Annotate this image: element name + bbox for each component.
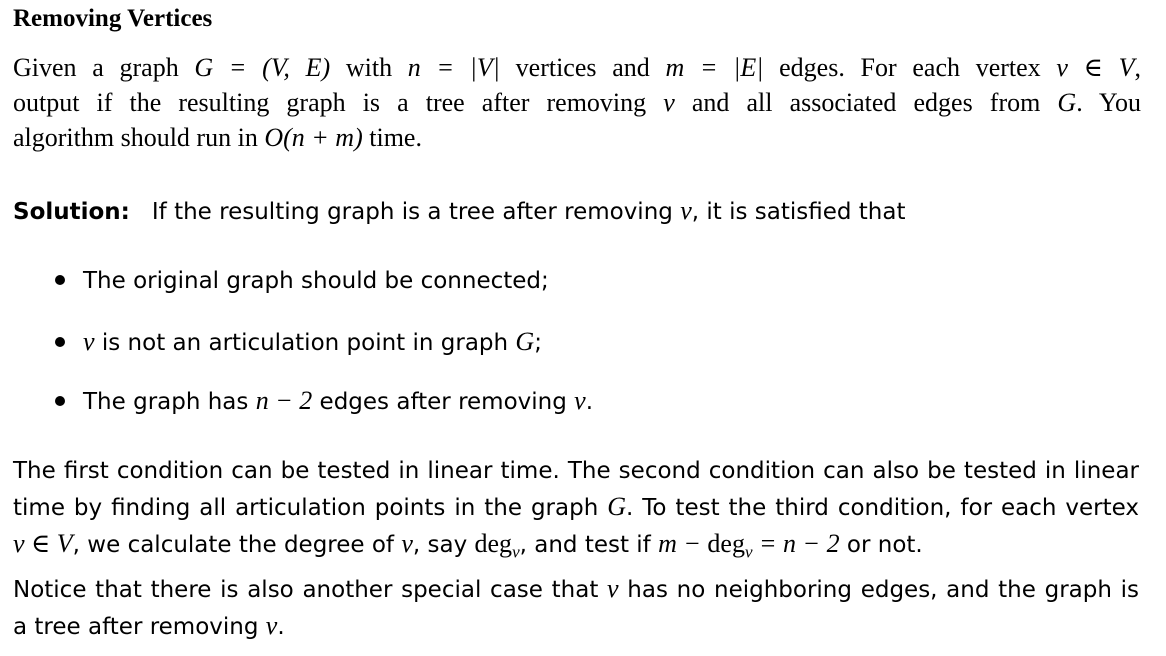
paragraph-text: , and test if xyxy=(519,532,659,558)
paragraph-text: a tree after removing xyxy=(13,614,266,640)
math-G: G xyxy=(1057,88,1077,117)
math-subscript-v: v xyxy=(512,542,520,562)
problem-text: edges. For each vertex xyxy=(763,53,1057,82)
paragraph-text: , we calculate the degree of xyxy=(72,532,402,558)
problem-line-3: algorithm should run in O(n + m) time. xyxy=(13,120,1141,155)
math-G: G xyxy=(515,327,535,356)
math-graph-def: G = (V, E) xyxy=(194,53,331,82)
math-edge-count: n − 2 xyxy=(255,386,313,415)
solution-text: If the resulting graph is a tree after r… xyxy=(151,199,681,225)
math-deg: deg xyxy=(707,529,745,558)
problem-text: vertices and xyxy=(499,53,666,82)
paragraph-text: , say xyxy=(412,532,475,558)
math-v: v xyxy=(680,196,692,225)
math-v: v xyxy=(265,611,278,640)
problem-text: algorithm should run in xyxy=(13,123,265,152)
math-G: G xyxy=(607,492,626,521)
solution-intro: Solution: If the resulting graph is a tre… xyxy=(13,196,905,226)
paragraph-text: . To test the third condition, for each … xyxy=(626,495,1139,521)
paragraph-line: time by finding all articulation points … xyxy=(13,489,1139,526)
bullet-icon xyxy=(55,336,65,347)
bullet-icon xyxy=(55,395,65,406)
list-item-text: The original graph should be connected; xyxy=(83,268,549,294)
list-item-text: ; xyxy=(534,330,542,356)
math-equation-part: m − xyxy=(658,529,708,558)
math-complexity: O(n + m) xyxy=(264,123,363,152)
math-v: v xyxy=(401,529,413,558)
list-item-text: . xyxy=(585,389,594,415)
list-item-text: edges after removing xyxy=(312,389,575,415)
math-v: v xyxy=(607,574,619,603)
math-v: v xyxy=(574,386,586,415)
math-equation-part: = n − 2 xyxy=(752,529,840,558)
paragraph-line: The first condition can be tested in lin… xyxy=(13,458,1139,484)
special-case-paragraph: Notice that there is also another specia… xyxy=(13,571,1139,645)
paragraph-text: . xyxy=(277,614,285,640)
solution-text: , it is satisfied that xyxy=(691,199,906,225)
explanation-paragraph: The first condition can be tested in lin… xyxy=(13,454,1139,570)
solution-label: Solution: xyxy=(13,199,130,225)
math-v: v xyxy=(83,327,95,356)
problem-text: output if the resulting graph is a tree … xyxy=(13,88,664,117)
list-item: The graph has n − 2 edges after removing… xyxy=(55,386,593,416)
section-title: Removing Vertices xyxy=(13,5,213,32)
list-item-text: The graph has xyxy=(83,389,256,415)
math-n-def: n = |V| xyxy=(407,53,500,82)
math-subscript-v: v xyxy=(744,542,753,562)
math-deg: deg xyxy=(474,529,513,558)
problem-text: with xyxy=(330,53,408,82)
problem-statement: Given a graph G = (V, E) with n = |V| ve… xyxy=(13,50,1141,155)
list-item-text: is not an articulation point in graph xyxy=(94,330,516,356)
problem-line-2: output if the resulting graph is a tree … xyxy=(13,85,1141,120)
problem-text: and all associated edges from xyxy=(674,88,1058,117)
math-v-in-V: v ∈ V xyxy=(1056,53,1135,82)
list-item: The original graph should be connected; xyxy=(55,268,549,294)
problem-text: Given a graph xyxy=(13,53,195,82)
paragraph-line: Notice that there is also another specia… xyxy=(13,571,1139,608)
math-v: v xyxy=(663,88,675,117)
problem-text: . You xyxy=(1076,88,1141,117)
paragraph-text: has no neighboring edges, and the graph … xyxy=(618,577,1140,603)
paragraph-text: Notice that there is also another specia… xyxy=(13,577,608,603)
paragraph-line: a tree after removing v. xyxy=(13,608,1139,645)
math-m-def: m = |E| xyxy=(665,53,764,82)
problem-text: time. xyxy=(362,123,422,152)
math-v-in-V: v ∈ V xyxy=(13,529,73,558)
list-item: v is not an articulation point in graph … xyxy=(55,327,542,357)
problem-text: , xyxy=(1134,53,1142,82)
problem-line-1: Given a graph G = (V, E) with n = |V| ve… xyxy=(13,50,1141,85)
paragraph-line: v ∈ V, we calculate the degree of v, say… xyxy=(13,526,1139,570)
paragraph-text: or not. xyxy=(839,532,923,558)
bullet-icon xyxy=(55,274,65,285)
paragraph-text: time by finding all articulation points … xyxy=(13,495,608,521)
